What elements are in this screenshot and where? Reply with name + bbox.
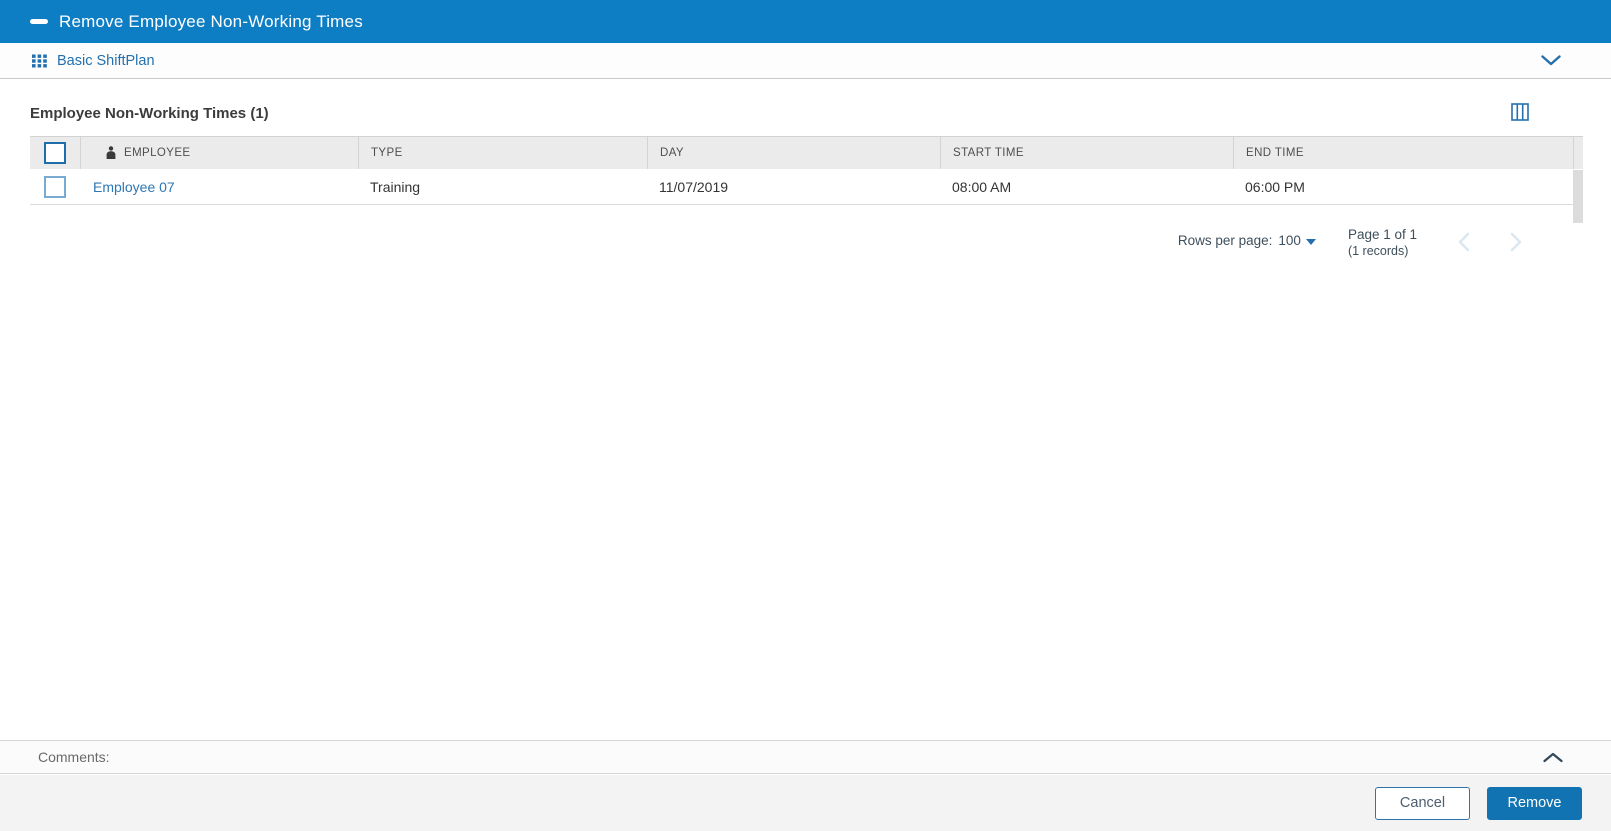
- comments-section-bar[interactable]: Comments:: [0, 740, 1611, 774]
- rows-per-page-value: 100: [1278, 233, 1301, 248]
- records-count-text: (1 records): [1347, 244, 1409, 258]
- dialog-footer: Cancel Remove: [0, 775, 1611, 831]
- table-row[interactable]: Employee 07 Training 11/07/2019 08:00 AM…: [30, 169, 1583, 205]
- dialog-title-bar: Remove Employee Non-Working Times: [0, 0, 1611, 43]
- cell-day: 11/07/2019: [659, 178, 729, 195]
- cell-start-time: 08:00 AM: [952, 178, 1012, 195]
- comments-label: Comments:: [38, 749, 110, 765]
- chevron-down-icon[interactable]: [1541, 55, 1561, 66]
- table-header-row: EMPLOYEE TYPE DAY START TIME END TIME: [30, 136, 1583, 169]
- person-icon: [105, 146, 117, 160]
- column-label-day: DAY: [660, 147, 684, 159]
- cell-end-time: 06:00 PM: [1245, 178, 1305, 195]
- remove-button[interactable]: Remove: [1487, 786, 1582, 820]
- page-number-text: Page 1 of 1: [1347, 227, 1417, 242]
- nonworking-times-table: EMPLOYEE TYPE DAY START TIME END TIME Em…: [30, 136, 1583, 205]
- employee-link[interactable]: Employee 07: [93, 179, 175, 195]
- column-header-day[interactable]: DAY: [647, 137, 940, 169]
- dialog-title: Remove Employee Non-Working Times: [59, 11, 363, 31]
- cell-type: Training: [370, 178, 421, 195]
- column-header-type[interactable]: TYPE: [358, 137, 647, 169]
- column-label-end-time: END TIME: [1246, 147, 1304, 159]
- shiftplan-label: Basic ShiftPlan: [57, 52, 155, 69]
- shiftplan-grid-icon: [32, 54, 48, 68]
- shiftplan-context-bar[interactable]: Basic ShiftPlan: [0, 43, 1611, 79]
- row-checkbox[interactable]: [44, 175, 66, 198]
- section-title: Employee Non-Working Times (1): [30, 105, 269, 122]
- page-info: Page 1 of 1 (1 records): [1348, 226, 1417, 260]
- column-header-employee[interactable]: EMPLOYEE: [80, 137, 358, 169]
- columns-icon[interactable]: [1511, 103, 1529, 121]
- pagination-bar: Rows per page: 100 Page 1 of 1 (1 record…: [1178, 226, 1523, 260]
- caret-down-icon: [1305, 238, 1316, 245]
- rows-per-page-dropdown[interactable]: Rows per page: 100: [1178, 233, 1316, 248]
- header-scrollbar-filler: [1573, 137, 1583, 169]
- cell-employee: Employee 07: [80, 179, 358, 195]
- table-scrollbar[interactable]: [1573, 170, 1583, 223]
- column-label-type: TYPE: [371, 147, 403, 159]
- rows-per-page-label: Rows per page:: [1177, 233, 1273, 248]
- chevron-up-icon[interactable]: [1543, 752, 1563, 763]
- select-all-cell: [30, 137, 80, 169]
- cancel-button[interactable]: Cancel: [1375, 786, 1470, 820]
- column-label-start-time: START TIME: [953, 147, 1024, 159]
- chevron-right-icon[interactable]: [1510, 232, 1523, 252]
- select-all-checkbox[interactable]: [44, 142, 66, 164]
- chevron-left-icon[interactable]: [1457, 232, 1470, 252]
- column-header-start-time[interactable]: START TIME: [940, 137, 1233, 169]
- column-header-end-time[interactable]: END TIME: [1233, 137, 1573, 169]
- column-label-employee: EMPLOYEE: [124, 147, 191, 159]
- minimize-icon[interactable]: [30, 19, 48, 24]
- row-select-cell: [30, 175, 80, 198]
